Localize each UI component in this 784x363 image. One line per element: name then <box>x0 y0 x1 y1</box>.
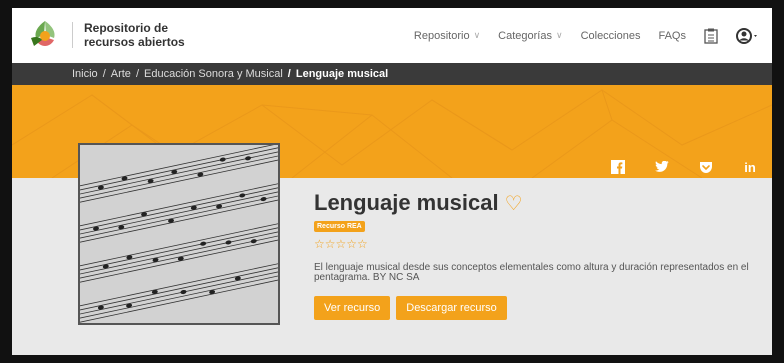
resource-thumbnail[interactable] <box>78 143 280 325</box>
nav-label: Categorías <box>498 29 552 42</box>
brand-line-1: Repositorio de <box>84 21 169 35</box>
facebook-icon[interactable] <box>596 156 640 178</box>
brand-name[interactable]: Repositorio de recursos abiertos <box>84 21 185 49</box>
nav-colecciones[interactable]: Colecciones <box>581 30 641 42</box>
chevron-down-icon: ∨ <box>555 30 563 40</box>
breadcrumb-separator: / <box>287 68 291 80</box>
favorite-heart-icon[interactable]: ♡ <box>505 191 523 216</box>
logo-divider <box>72 22 73 48</box>
site-logo[interactable] <box>28 18 62 52</box>
breadcrumb-educacion-sonora[interactable]: Educación Sonora y Musical <box>144 68 283 80</box>
nav-repositorio[interactable]: Repositorio ∨ <box>414 30 480 42</box>
breadcrumb-inicio[interactable]: Inicio <box>72 68 98 80</box>
clipboard-icon[interactable] <box>704 28 718 44</box>
nav-label: Colecciones <box>580 29 641 42</box>
breadcrumb: Inicio / Arte / Educación Sonora y Music… <box>12 63 772 85</box>
breadcrumb-current: Lenguaje musical <box>295 68 389 80</box>
pocket-icon[interactable] <box>684 156 728 178</box>
twitter-icon[interactable] <box>640 156 684 178</box>
user-account-icon[interactable] <box>736 27 760 44</box>
breadcrumb-arte[interactable]: Arte <box>111 68 131 80</box>
brand-line-2: recursos abiertos <box>84 35 185 49</box>
breadcrumb-separator: / <box>102 68 106 80</box>
rea-badge: Recurso REA <box>314 221 365 232</box>
social-share-bar: in <box>596 156 772 178</box>
rating-stars[interactable]: ☆☆☆☆☆ <box>314 237 368 251</box>
resource-actions: Ver recurso Descargar recurso <box>314 296 507 320</box>
linkedin-icon[interactable]: in <box>728 156 772 178</box>
main-nav: Repositorio ∨ Categorías ∨ Colecciones F… <box>414 8 760 63</box>
resource-title-row: Lenguaje musical ♡ <box>314 190 523 216</box>
download-resource-button[interactable]: Descargar recurso <box>396 296 507 320</box>
nav-label: Repositorio <box>413 29 470 42</box>
nav-faqs[interactable]: FAQs <box>658 30 686 42</box>
resource-title: Lenguaje musical <box>314 190 499 215</box>
resource-description: El lenguaje musical desde sus conceptos … <box>314 262 749 283</box>
top-bar: Repositorio de recursos abiertos Reposit… <box>12 8 772 63</box>
nav-categorias[interactable]: Categorías ∨ <box>498 30 562 42</box>
chevron-down-icon: ∨ <box>473 30 481 40</box>
browser-page: Repositorio de recursos abiertos Reposit… <box>12 8 772 355</box>
breadcrumb-separator: / <box>135 68 139 80</box>
sheet-music-image <box>80 145 278 323</box>
nav-label: FAQs <box>658 29 686 42</box>
view-resource-button[interactable]: Ver recurso <box>314 296 391 320</box>
